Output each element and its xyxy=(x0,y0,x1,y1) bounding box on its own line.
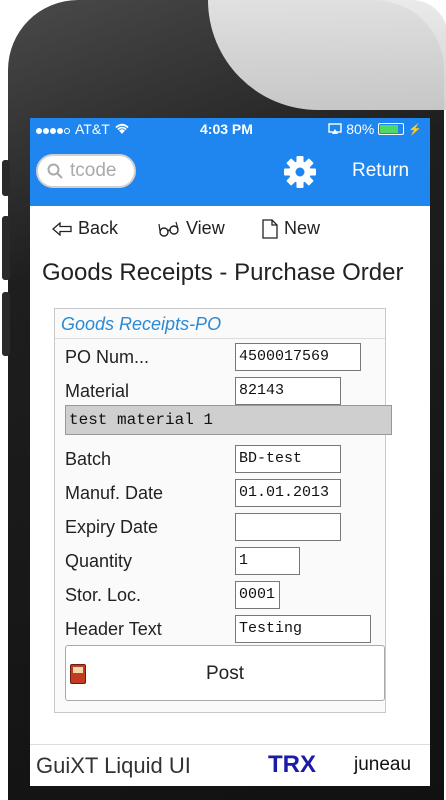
manuf-date-label: Manuf. Date xyxy=(65,483,164,503)
status-bar: AT&T 4:03 PM 80% ⚡ xyxy=(30,118,430,140)
view-button[interactable]: View xyxy=(158,218,225,239)
view-label: View xyxy=(186,218,225,238)
clock: 4:03 PM xyxy=(200,121,253,137)
signal-icon xyxy=(36,121,71,137)
goods-receipt-form: Goods Receipts-PO PO Num... 4500017569 M… xyxy=(54,308,392,713)
return-button[interactable]: Return xyxy=(352,160,409,182)
screen-mirror-icon xyxy=(328,123,342,134)
post-label: Post xyxy=(205,663,245,684)
volume-down-button xyxy=(2,292,10,356)
material-description: test material 1 xyxy=(65,405,392,435)
new-button[interactable]: New xyxy=(262,218,320,239)
search-placeholder: tcode xyxy=(70,160,117,181)
glasses-icon xyxy=(158,221,179,237)
batch-field[interactable]: BD-test xyxy=(235,445,341,473)
material-label: Material xyxy=(65,381,130,401)
system-label: juneau xyxy=(354,754,412,775)
expiry-date-field[interactable] xyxy=(235,513,341,541)
page-title: Goods Receipts - Purchase Order xyxy=(42,259,404,286)
gear-icon[interactable] xyxy=(282,154,318,190)
back-arrow-icon xyxy=(52,221,72,236)
save-icon xyxy=(70,664,86,684)
trx-label: TRX xyxy=(268,751,316,778)
charging-icon: ⚡ xyxy=(408,123,422,136)
toolbar: Back View New xyxy=(30,206,430,250)
wifi-icon xyxy=(115,123,129,134)
material-field[interactable]: 82143 xyxy=(235,377,341,405)
battery-icon xyxy=(378,123,405,135)
stor-loc-label: Stor. Loc. xyxy=(65,585,142,605)
new-document-icon xyxy=(262,218,278,239)
volume-up-button xyxy=(2,216,10,280)
stor-loc-field[interactable]: 0001 xyxy=(235,581,280,609)
po-num-field[interactable]: 4500017569 xyxy=(235,343,361,371)
new-label: New xyxy=(284,218,321,238)
header-text-label: Header Text xyxy=(65,619,162,639)
quantity-field[interactable]: 1 xyxy=(235,547,300,575)
post-button[interactable]: Post xyxy=(65,645,385,701)
carrier: AT&T xyxy=(75,121,110,137)
manuf-date-field[interactable]: 01.01.2013 xyxy=(235,479,341,507)
tcode-search-input[interactable]: tcode xyxy=(36,154,136,188)
expiry-date-label: Expiry Date xyxy=(65,517,159,537)
footer-bar: GuiXT Liquid UI TRX juneau xyxy=(30,744,430,786)
form-header: Goods Receipts-PO xyxy=(55,309,385,339)
batch-label: Batch xyxy=(65,449,112,469)
back-label: Back xyxy=(78,218,119,238)
battery-percent: 80% xyxy=(346,121,375,137)
app-screen: AT&T 4:03 PM 80% ⚡ tcode Return Back Vie… xyxy=(30,118,430,786)
nav-bar: tcode Return xyxy=(30,140,430,206)
back-button[interactable]: Back xyxy=(52,218,118,239)
po-num-label: PO Num... xyxy=(65,347,150,367)
header-text-field[interactable]: Testing xyxy=(235,615,371,643)
mute-switch xyxy=(2,160,10,196)
brand-label: GuiXT Liquid UI xyxy=(36,753,191,778)
phone-glare xyxy=(208,0,446,110)
quantity-label: Quantity xyxy=(65,551,133,571)
search-icon xyxy=(47,163,63,179)
